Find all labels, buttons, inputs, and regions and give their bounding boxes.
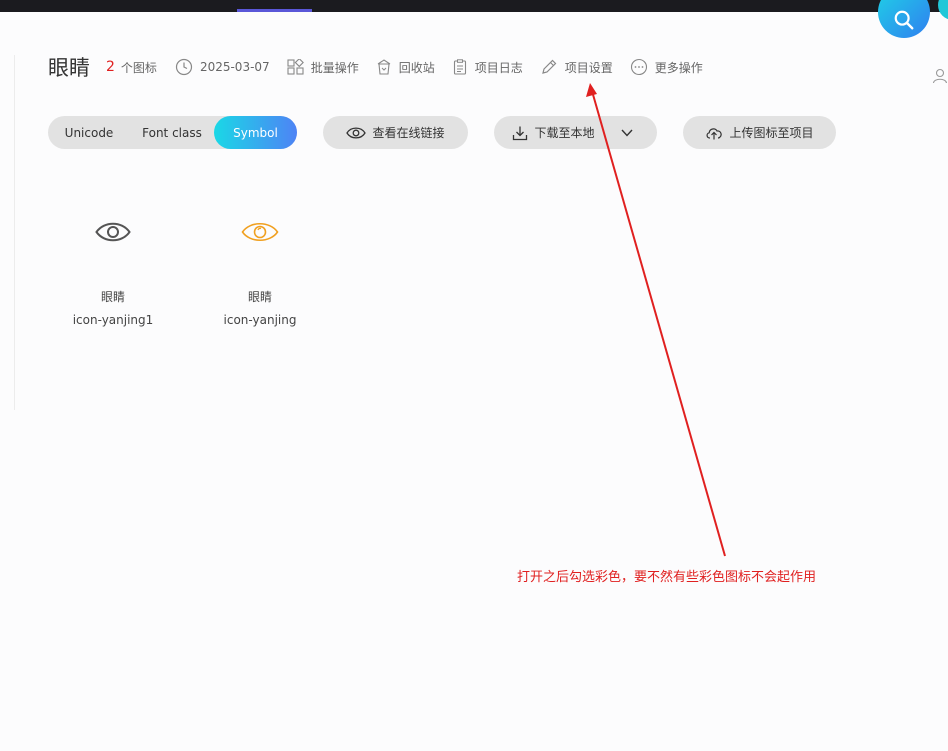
annotation-arrow: [586, 83, 726, 557]
annotation-text: 打开之后勾选彩色，要不然有些彩色图标不会起作用: [517, 570, 817, 585]
